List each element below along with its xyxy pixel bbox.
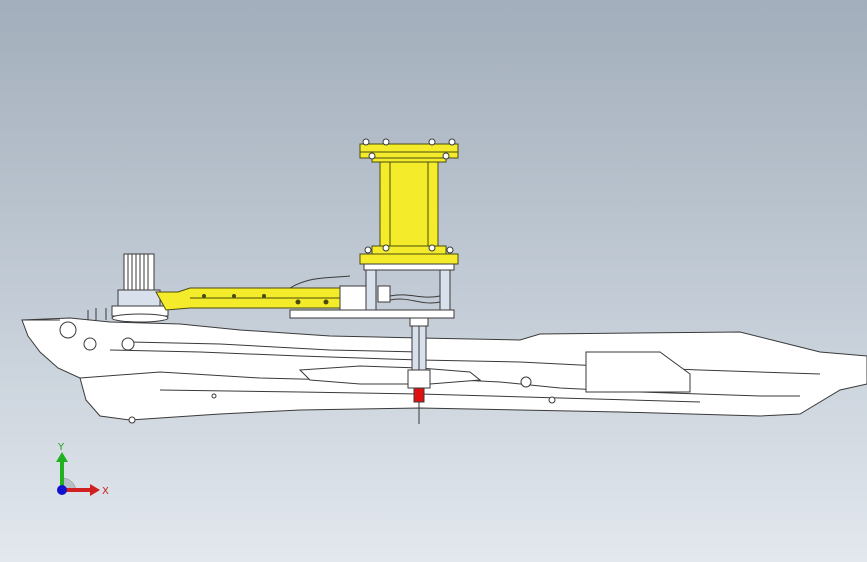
- y-axis-label: Y: [58, 442, 65, 453]
- cylinder-tower[interactable]: [359, 138, 459, 255]
- axis-triad: X Y: [44, 438, 124, 508]
- assembly-model[interactable]: [0, 0, 867, 562]
- base-frame[interactable]: [21, 308, 867, 424]
- x-axis-label: X: [102, 486, 109, 497]
- cad-viewport[interactable]: X Y: [0, 0, 867, 562]
- rotary-arm[interactable]: [155, 275, 455, 319]
- column-posts[interactable]: [359, 253, 459, 311]
- z-axis-dot-icon: [57, 485, 67, 495]
- red-marker: [413, 387, 425, 403]
- turntable[interactable]: [111, 253, 169, 323]
